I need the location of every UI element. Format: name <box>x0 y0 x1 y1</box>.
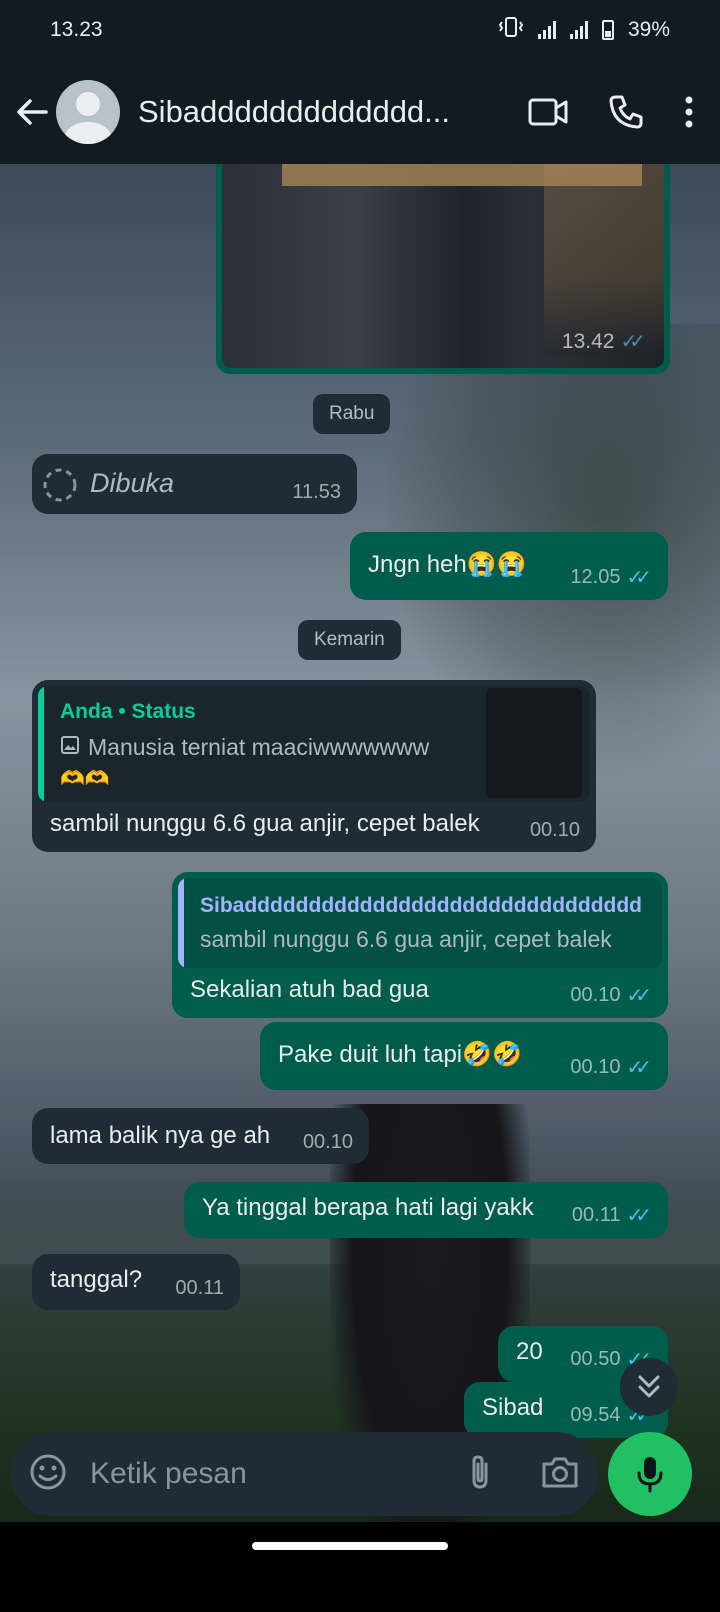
microphone-icon[interactable] <box>608 1432 692 1516</box>
emoji-icon[interactable] <box>28 1452 68 1497</box>
incoming-message[interactable]: tanggal? 00.11 <box>32 1254 240 1310</box>
status-bar: 13.23 39% <box>0 0 720 60</box>
phone-icon[interactable] <box>608 94 644 130</box>
outgoing-message[interactable]: Pake duit luh tapi🤣🤣 00.10 ✓✓ <box>260 1022 668 1090</box>
quote-text: sambil nunggu 6.6 gua anjir, cepet balek <box>200 926 612 952</box>
reply-quote[interactable]: Sibaddddddddddddddddddddddddddddddd samb… <box>178 878 662 968</box>
image-thumbnail[interactable]: 13.42 ✓✓ <box>222 164 664 368</box>
chevron-double-down-icon[interactable] <box>620 1358 678 1416</box>
view-once-message[interactable]: Dibuka 11.53 <box>32 454 357 514</box>
read-ticks-icon: ✓✓ <box>626 985 651 1007</box>
contact-name[interactable]: Sibaddddddddddddd... <box>138 94 458 130</box>
message-meta: 00.10 ✓✓ <box>570 983 652 1008</box>
read-ticks-icon: ✓✓ <box>626 1205 651 1227</box>
signal-icon <box>537 21 556 39</box>
quote-emoji: 🫶🫶 <box>60 768 110 790</box>
message-input[interactable] <box>90 1457 420 1491</box>
quote-text: Manusia terniat maaciwwwwwww <box>88 734 430 760</box>
more-vert-icon[interactable] <box>684 96 694 128</box>
camera-icon[interactable] <box>540 1454 580 1495</box>
status-time: 13.23 <box>50 18 103 41</box>
system-nav-bar <box>0 1522 720 1612</box>
signal-icon-2 <box>569 21 588 39</box>
status-icons: 39% <box>498 17 670 43</box>
paperclip-icon[interactable] <box>464 1452 496 1497</box>
message-meta: 00.11 ✓✓ <box>572 1203 652 1228</box>
quote-author: Anda • Status <box>60 700 196 723</box>
reply-message[interactable]: Sibaddddddddddddddddddddddddddddddd samb… <box>172 872 668 1018</box>
message-meta: 00.10 ✓✓ <box>570 1055 652 1080</box>
message-meta: 12.05 ✓✓ <box>570 565 652 590</box>
read-ticks-icon: ✓✓ <box>626 567 651 589</box>
date-divider: Rabu <box>313 394 391 434</box>
avatar[interactable] <box>56 80 120 144</box>
chat-area[interactable]: 13.42 ✓✓ Rabu Dibuka 11.53 Jngn heh😭😭 12… <box>0 164 720 1568</box>
video-call-icon[interactable] <box>528 97 568 127</box>
read-ticks-icon: ✓✓ <box>620 331 645 353</box>
message-time: 00.10 <box>529 819 580 841</box>
message-meta: 13.42 ✓✓ <box>562 329 646 354</box>
vibrate-icon <box>498 17 524 43</box>
image-message[interactable]: 13.42 ✓✓ <box>216 164 670 374</box>
message-composer <box>10 1432 598 1516</box>
status-quote[interactable]: Anda • Status Manusia terniat maaciwwwww… <box>38 686 590 802</box>
arrow-left-icon[interactable] <box>14 92 50 132</box>
message-time: 00.11 <box>175 1277 224 1299</box>
home-handle[interactable] <box>252 1542 448 1550</box>
battery-icon <box>601 20 614 40</box>
battery-percent: 39% <box>627 18 670 41</box>
chat-header: Sibaddddddddddddd... <box>0 60 720 164</box>
incoming-message[interactable]: lama balik nya ge ah 00.10 <box>32 1108 369 1164</box>
view-once-icon <box>42 467 78 510</box>
message-time: 00.10 <box>302 1131 353 1153</box>
message-time: 11.53 <box>292 481 341 503</box>
status-thumbnail <box>486 688 582 798</box>
opened-label: Dibuka <box>90 468 175 498</box>
outgoing-message[interactable]: Jngn heh😭😭 12.05 ✓✓ <box>350 532 668 600</box>
quote-author: Sibaddddddddddddddddddddddddddddddd <box>200 894 643 917</box>
read-ticks-icon: ✓✓ <box>626 1057 651 1079</box>
outgoing-message[interactable]: Ya tinggal berapa hati lagi yakk 00.11 ✓✓ <box>184 1182 668 1238</box>
date-divider: Kemarin <box>298 620 401 660</box>
image-icon <box>60 734 80 761</box>
status-reply-message[interactable]: Anda • Status Manusia terniat maaciwwwww… <box>32 680 596 852</box>
